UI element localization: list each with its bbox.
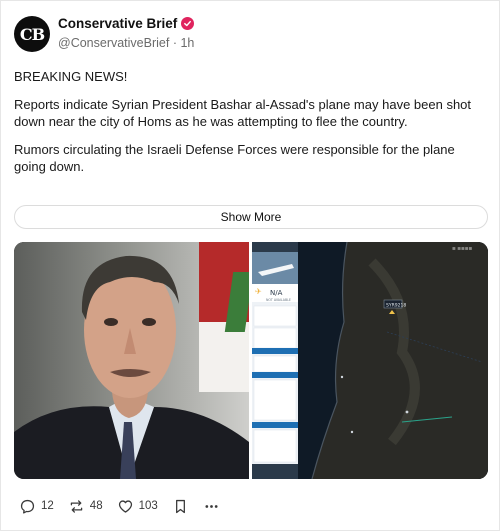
bookmark-button[interactable] (172, 498, 189, 515)
flight-tracker-screenshot[interactable]: SYR9218 ≡ ≡≡≡≡ ✈ N/A NOT AVAILABLE (252, 242, 488, 479)
reply-button[interactable]: 12 (19, 498, 54, 515)
tracker-watermark: ≡ ≡≡≡≡ (452, 247, 473, 252)
author-name-row: Conservative Brief (58, 16, 195, 31)
post-paragraph: Reports indicate Syrian President Bashar… (14, 96, 472, 130)
author-name[interactable]: Conservative Brief (58, 16, 177, 31)
repost-button[interactable]: 48 (68, 498, 103, 515)
meta-separator: · (172, 36, 177, 50)
bookmark-icon (175, 499, 185, 513)
post-paragraph: BREAKING NEWS! (14, 69, 128, 84)
post-timestamp[interactable]: 1h (180, 36, 194, 50)
post-card: CB Conservative Brief @ConservativeBrief… (0, 0, 500, 531)
post-header: CB Conservative Brief @ConservativeBrief… (14, 14, 484, 54)
avatar[interactable]: CB (14, 16, 50, 52)
post-body: BREAKING NEWS! Reports indicate Syrian P… (14, 68, 488, 186)
post-meta: @ConservativeBrief · 1h (58, 36, 194, 50)
truncated-text-fade (14, 188, 488, 197)
comment-icon (20, 499, 35, 514)
portrait-photo[interactable] (14, 242, 249, 479)
tracker-status-label: NOT AVAILABLE (266, 298, 291, 302)
like-button[interactable]: 103 (117, 498, 158, 515)
action-bar: 12 48 103 (19, 496, 234, 516)
author-handle[interactable]: @ConservativeBrief (58, 36, 169, 50)
svg-text:✈: ✈ (255, 287, 262, 296)
heart-icon (118, 499, 132, 513)
more-dots-icon (205, 504, 218, 508)
repost-icon (70, 499, 83, 513)
like-count: 103 (138, 500, 158, 512)
post-paragraph: Rumors circulating the Israeli Defense F… (14, 141, 455, 175)
media-gallery[interactable]: SYR9218 ≡ ≡≡≡≡ ✈ N/A NOT AVAILABLE (14, 242, 488, 479)
flight-map: SYR9218 ≡ ≡≡≡≡ ✈ N/A NOT AVAILABLE (252, 242, 488, 479)
verified-badge-icon (181, 17, 195, 30)
flight-callsign-label: SYR9218 (386, 303, 406, 309)
show-more-button[interactable]: Show More (14, 205, 488, 229)
portrait-figure (14, 255, 249, 479)
more-options-button[interactable] (203, 498, 220, 515)
repost-count: 48 (89, 500, 103, 512)
tracker-status-value: N/A (270, 289, 283, 297)
reply-count: 12 (41, 500, 54, 512)
